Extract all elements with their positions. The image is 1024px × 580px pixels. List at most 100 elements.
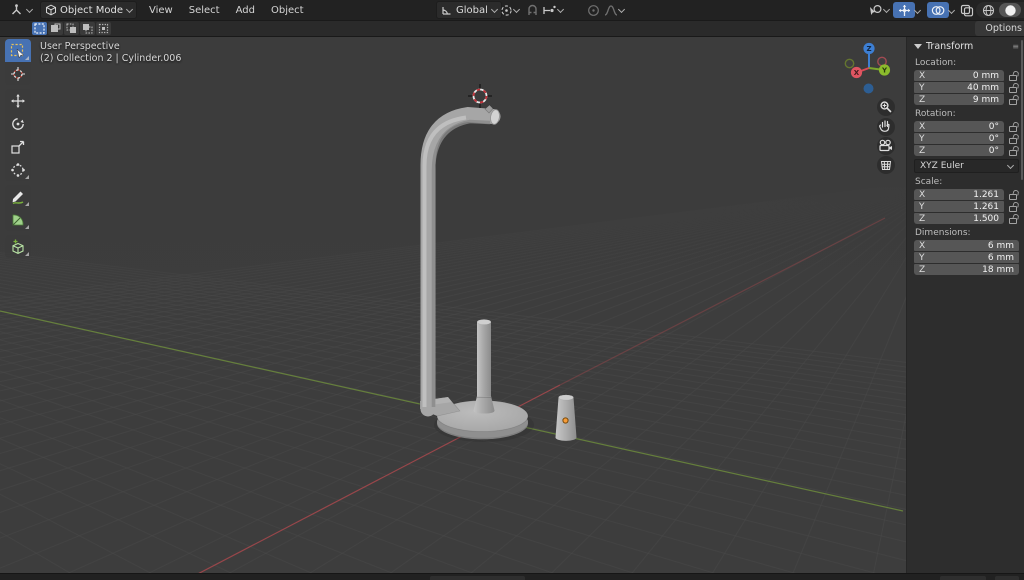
proportional-falloff-button[interactable]: [602, 2, 626, 18]
tool-rotate[interactable]: [5, 112, 31, 135]
rotation-z-field[interactable]: Z0°: [914, 145, 1004, 156]
unlock-icon[interactable]: [1008, 133, 1019, 144]
field-value: 6 mm: [988, 253, 1014, 263]
show-gizmo-button[interactable]: [893, 2, 915, 18]
snap-target-button[interactable]: [539, 2, 565, 18]
wireframe-shading-icon: [982, 4, 995, 17]
rotation-x-field[interactable]: X0°: [914, 121, 1004, 132]
menu-select[interactable]: Select: [181, 5, 228, 16]
scale-y-field[interactable]: Y1.261: [914, 201, 1004, 212]
xray-icon: [960, 4, 974, 17]
options-button[interactable]: Options: [975, 21, 1024, 36]
editor-type-button[interactable]: [6, 2, 36, 18]
dimensions-x-field[interactable]: X6 mm: [914, 240, 1019, 251]
mode-label: Object Mode: [60, 5, 123, 16]
panel-header-transform[interactable]: Transform ≡: [914, 38, 1019, 54]
xray-toggle-button[interactable]: [958, 2, 976, 18]
shading-solid-button[interactable]: [999, 3, 1021, 17]
viewport-info-text: User Perspective (2) Collection 2 | Cyli…: [40, 41, 181, 65]
pan-button[interactable]: [877, 118, 895, 136]
tool-cursor[interactable]: [5, 62, 31, 85]
tool-add-primitive[interactable]: [5, 235, 31, 258]
toolbar: [5, 39, 31, 258]
snap-target-icon: [541, 4, 557, 17]
chevron-down-icon: [883, 7, 889, 13]
orientation-icon: [441, 4, 453, 16]
transform-orientation-dropdown[interactable]: Global: [436, 1, 502, 19]
unlock-icon[interactable]: [1008, 201, 1019, 212]
chevron-down-icon[interactable]: [914, 8, 920, 14]
scale-section-label: Scale:: [915, 177, 1019, 187]
select-mode-invert-button[interactable]: [80, 22, 95, 35]
active-object-label: (2) Collection 2 | Cylinder.006: [40, 53, 181, 65]
unlock-icon[interactable]: [1008, 82, 1019, 93]
annotate-pen-icon: [10, 189, 26, 205]
cursor-tool-icon: [10, 66, 26, 82]
tool-annotate[interactable]: [5, 185, 31, 208]
unlock-icon[interactable]: [1008, 121, 1019, 132]
status-bar: [0, 573, 1024, 580]
show-overlays-button[interactable]: [927, 2, 949, 18]
viewport-3d[interactable]: Z X Y: [0, 36, 906, 574]
solid-shading-icon: [1004, 4, 1017, 17]
gizmo-axis-neg-y[interactable]: [845, 59, 853, 67]
scale-z-field[interactable]: Z1.500: [914, 213, 1004, 224]
select-mode-intersect-button[interactable]: [96, 22, 111, 35]
chevron-down-icon[interactable]: [948, 8, 954, 14]
unlock-icon[interactable]: [1008, 189, 1019, 200]
select-mode-set-button[interactable]: [32, 22, 47, 35]
transform-tool-icon: [10, 162, 26, 178]
tool-move[interactable]: [5, 89, 31, 112]
unlock-icon[interactable]: [1008, 145, 1019, 156]
dimensions-y-field[interactable]: Y6 mm: [914, 252, 1019, 263]
chevron-down-icon: [513, 7, 519, 13]
blender-window: Object Mode View Select Add Object Globa…: [0, 0, 1024, 580]
proportional-editing-button[interactable]: [585, 2, 602, 18]
gizmo-axis-neg-z[interactable]: [864, 84, 874, 94]
menu-object[interactable]: Object: [263, 5, 312, 16]
location-x-field[interactable]: X0 mm: [914, 70, 1004, 81]
pivot-point-button[interactable]: [498, 2, 521, 18]
menu-add[interactable]: Add: [228, 5, 263, 16]
axis-label: X: [919, 122, 932, 132]
location-section-label: Location:: [915, 58, 1019, 68]
scale-fields: X1.261 Y1.261 Z1.500: [914, 189, 1019, 224]
menu-view[interactable]: View: [141, 5, 181, 16]
unlock-icon[interactable]: [1008, 213, 1019, 224]
object-cylinder-006[interactable]: [556, 395, 577, 441]
tool-tweak-select[interactable]: [5, 39, 31, 62]
status-info: [940, 576, 986, 580]
rotation-y-field[interactable]: Y0°: [914, 133, 1004, 144]
scale-x-field[interactable]: X1.261: [914, 189, 1004, 200]
panel-scrollbar[interactable]: [1021, 40, 1023, 180]
tool-measure[interactable]: [5, 208, 31, 231]
editor-type-icon: [10, 4, 23, 16]
mode-dropdown[interactable]: Object Mode: [40, 1, 137, 19]
sidebar-transform-panel: Transform ≡ Location: X0 mm Y40 mm Z9 mm…: [906, 36, 1024, 574]
unlock-icon[interactable]: [1008, 70, 1019, 81]
rotation-mode-dropdown[interactable]: XYZ Euler: [914, 159, 1019, 173]
tool-scale[interactable]: [5, 135, 31, 158]
select-mode-extend-button[interactable]: [48, 22, 63, 35]
viewport-header: Object Mode View Select Add Object Globa…: [0, 0, 1024, 21]
unlock-icon[interactable]: [1008, 94, 1019, 105]
panel-menu-icon[interactable]: ≡: [1012, 42, 1019, 51]
perspective-toggle-button[interactable]: [877, 156, 895, 174]
gizmo-y-label: Y: [881, 67, 888, 75]
camera-view-button[interactable]: [877, 137, 895, 155]
select-extend-icon: [50, 23, 61, 34]
show-object-types-button[interactable]: [866, 2, 891, 18]
location-z-field[interactable]: Z9 mm: [914, 94, 1004, 105]
shading-wireframe-button[interactable]: [977, 3, 999, 17]
location-y-field[interactable]: Y40 mm: [914, 82, 1004, 93]
select-mode-subtract-button[interactable]: [64, 22, 79, 35]
field-value: 0°: [989, 146, 999, 156]
tool-transform[interactable]: [5, 158, 31, 181]
axis-label: X: [919, 71, 932, 81]
chevron-down-icon: [491, 7, 497, 13]
gizmo-x-label: X: [854, 69, 860, 77]
panel-title: Transform: [926, 41, 973, 52]
zoom-button[interactable]: [877, 98, 895, 116]
select-box-icon: [10, 43, 26, 59]
dimensions-z-field[interactable]: Z18 mm: [914, 264, 1019, 275]
